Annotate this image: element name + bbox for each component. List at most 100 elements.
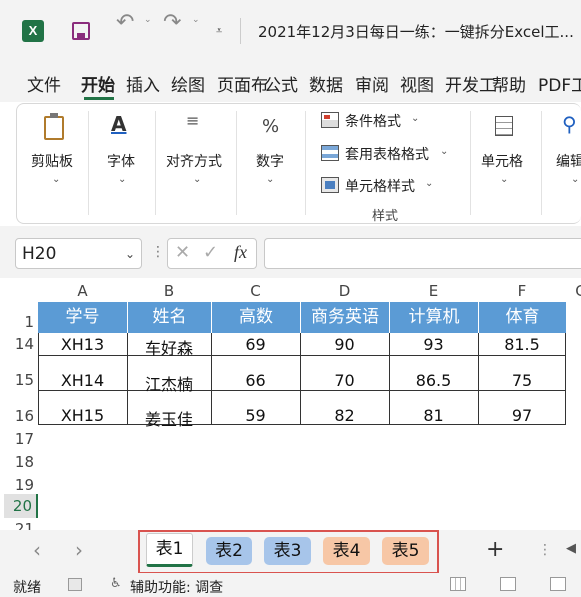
page-layout-view-icon[interactable]	[500, 577, 516, 591]
cells-chevron-icon[interactable]: ⌄	[500, 174, 508, 185]
redo-icon[interactable]: ↷	[163, 10, 181, 35]
alignment-label[interactable]: 对齐方式	[166, 151, 222, 171]
menu-data[interactable]: 数据	[309, 71, 343, 96]
header-cell[interactable]: 计算机	[389, 302, 478, 333]
cancel-icon[interactable]: ✕	[175, 242, 190, 263]
menu-page-layout[interactable]: 页面布	[217, 71, 268, 96]
table-cell[interactable]: XH14	[38, 371, 127, 390]
align-icon[interactable]: ≡	[186, 113, 199, 129]
menu-pdf[interactable]: PDF工	[538, 71, 581, 96]
editing-label[interactable]: 编辑	[556, 151, 581, 171]
column-header-g[interactable]: G	[566, 280, 581, 302]
sheet-tab[interactable]: 表3	[264, 537, 311, 565]
tab-splitter-icon[interactable]: ⋮	[538, 542, 552, 558]
insert-function-icon[interactable]: fx	[234, 242, 247, 263]
name-box[interactable]: H20 ⌄	[15, 238, 142, 269]
number-chevron-icon[interactable]: ⌄	[266, 174, 274, 185]
menu-home[interactable]: 开始	[81, 71, 115, 96]
column-header-c[interactable]: C	[211, 280, 300, 302]
row-header[interactable]: 18	[4, 453, 38, 471]
menu-review[interactable]: 审阅	[355, 71, 389, 96]
table-cell[interactable]: 82	[300, 406, 389, 425]
column-header-f[interactable]: F	[478, 280, 566, 302]
redo-dropdown-icon[interactable]: ⌄	[192, 15, 200, 25]
add-sheet-button[interactable]: +	[486, 537, 504, 562]
menu-developer[interactable]: 开发工	[445, 71, 496, 96]
formula-input[interactable]	[264, 238, 581, 269]
table-cell[interactable]: 姜玉佳	[127, 406, 211, 430]
sheet-tab[interactable]: 表2	[206, 537, 252, 565]
conditional-format-chevron-icon[interactable]: ⌄	[411, 113, 419, 124]
cell-style-icon[interactable]	[321, 177, 339, 193]
header-cell[interactable]: 姓名	[127, 302, 211, 333]
table-cell[interactable]: XH15	[38, 406, 127, 425]
accessibility-icon[interactable]: ♿	[110, 576, 122, 591]
table-cell[interactable]: 66	[211, 371, 300, 390]
table-cell[interactable]: 90	[300, 335, 389, 354]
table-cell[interactable]: 93	[389, 335, 478, 354]
customize-qat-icon[interactable]: ⩡	[216, 24, 222, 38]
row-header[interactable]: 17	[4, 430, 38, 448]
column-header-b[interactable]: B	[127, 280, 211, 302]
header-cell[interactable]: 学号	[38, 302, 127, 333]
row-header[interactable]: 1	[4, 313, 38, 331]
table-cell[interactable]: 59	[211, 406, 300, 425]
header-cell[interactable]: 商务英语	[300, 302, 389, 333]
row-header[interactable]: 19	[4, 476, 38, 494]
row-header[interactable]: 21	[4, 519, 38, 530]
cell-style-button[interactable]: 单元格样式	[345, 176, 415, 196]
column-header-d[interactable]: D	[300, 280, 389, 302]
table-cell[interactable]: 69	[211, 335, 300, 354]
column-header-e[interactable]: E	[389, 280, 478, 302]
table-cell[interactable]: 97	[478, 406, 566, 425]
name-box-chevron-icon[interactable]: ⌄	[125, 247, 135, 261]
sheet-tab-active[interactable]: 表1	[146, 533, 193, 567]
page-break-view-icon[interactable]	[550, 577, 566, 591]
cells-label[interactable]: 单元格	[481, 151, 523, 171]
font-label[interactable]: 字体	[107, 151, 135, 171]
macro-record-icon[interactable]	[68, 578, 82, 591]
conditional-format-button[interactable]: 条件格式	[345, 111, 401, 131]
table-cell[interactable]: 86.5	[389, 371, 478, 390]
number-label[interactable]: 数字	[256, 151, 284, 171]
table-cell[interactable]: 81.5	[478, 335, 566, 354]
table-cell[interactable]: 江杰楠	[127, 371, 211, 395]
undo-dropdown-icon[interactable]: ⌄	[144, 15, 152, 25]
editing-chevron-icon[interactable]: ⌄	[571, 174, 579, 185]
menu-insert[interactable]: 插入	[126, 71, 160, 96]
column-header-a[interactable]: A	[38, 280, 127, 302]
menu-view[interactable]: 视图	[400, 71, 434, 96]
menu-formulas[interactable]: 公式	[264, 71, 298, 96]
sheet-tab[interactable]: 表4	[323, 537, 370, 565]
clipboard-label[interactable]: 剪贴板	[31, 151, 73, 171]
menu-file[interactable]: 文件	[27, 71, 61, 96]
table-cell[interactable]: 81	[389, 406, 478, 425]
formula-bar-drag-handle-icon[interactable]: ⋮	[151, 244, 165, 260]
table-format-button[interactable]: 套用表格格式	[345, 144, 429, 164]
clipboard-icon[interactable]	[44, 113, 64, 140]
sheet-tab[interactable]: 表5	[382, 537, 429, 565]
header-cell[interactable]: 高数	[211, 302, 300, 333]
menu-draw[interactable]: 绘图	[171, 71, 205, 96]
cells-icon[interactable]	[495, 116, 513, 136]
normal-view-icon[interactable]	[450, 577, 466, 591]
table-cell[interactable]: XH13	[38, 335, 127, 354]
search-icon[interactable]: ⚲	[562, 112, 577, 136]
percent-icon[interactable]: %	[262, 116, 279, 137]
row-header-selected[interactable]: 20	[4, 494, 38, 518]
accessibility-status[interactable]: 辅助功能: 调查	[130, 577, 223, 597]
row-header[interactable]: 14	[4, 335, 38, 353]
scroll-right-icon[interactable]: ›	[75, 538, 83, 562]
clipboard-chevron-icon[interactable]: ⌄	[52, 174, 60, 185]
header-cell[interactable]: 体育	[478, 302, 566, 333]
row-header[interactable]: 16	[4, 407, 38, 425]
undo-icon[interactable]: ↶	[116, 10, 134, 35]
conditional-format-icon[interactable]	[321, 112, 339, 128]
horizontal-scroll-left-icon[interactable]: ◀	[566, 541, 576, 556]
table-format-chevron-icon[interactable]: ⌄	[440, 146, 448, 157]
table-cell[interactable]: 70	[300, 371, 389, 390]
table-format-icon[interactable]	[321, 145, 339, 161]
font-color-icon[interactable]: A	[111, 112, 126, 136]
scroll-left-icon[interactable]: ‹	[33, 538, 41, 562]
table-cell[interactable]: 车好森	[127, 335, 211, 359]
